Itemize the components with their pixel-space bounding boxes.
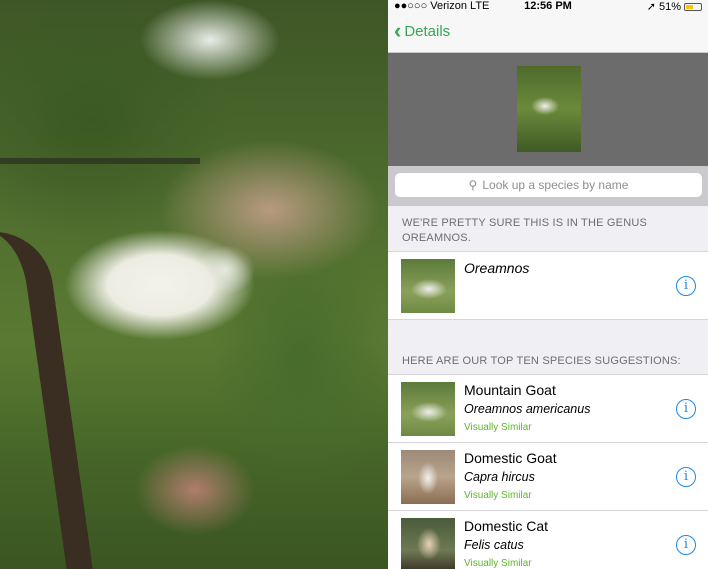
search-bar: ⚲ Look up a species by name (388, 166, 708, 206)
battery-icon (684, 2, 702, 11)
genus-section-header: WE'RE PRETTY SURE THIS IS IN THE GENUS O… (402, 217, 648, 244)
suggestions-section-header: HERE ARE OUR TOP TEN SPECIES SUGGESTIONS… (402, 355, 681, 367)
list-item[interactable]: Mountain Goat Oreamnos americanus Visual… (388, 375, 708, 443)
genus-row[interactable]: Oreamnos i (388, 251, 708, 320)
observation-photo (0, 0, 388, 569)
genus-thumbnail (401, 259, 455, 313)
species-search-input[interactable]: ⚲ Look up a species by name (395, 173, 702, 197)
similarity-tag: Visually Similar (464, 490, 532, 501)
observation-thumbnail[interactable] (517, 66, 581, 152)
chevron-left-icon: ‹ (394, 18, 402, 43)
info-icon[interactable]: i (676, 276, 696, 296)
species-common-name: Mountain Goat (464, 382, 556, 398)
similarity-tag: Visually Similar (464, 422, 532, 433)
photo-fence-rail (0, 158, 200, 164)
species-scientific-name: Capra hircus (464, 470, 535, 484)
suggestions-list: Mountain Goat Oreamnos americanus Visual… (388, 374, 708, 569)
similarity-tag: Visually Similar (464, 558, 532, 569)
info-icon[interactable]: i (676, 535, 696, 555)
species-thumbnail (401, 518, 455, 569)
back-button[interactable]: ‹ Details (394, 18, 451, 43)
location-arrow-icon: ➚ (646, 1, 656, 13)
species-thumbnail (401, 382, 455, 436)
photo-preview-area (388, 53, 708, 166)
info-icon[interactable]: i (676, 399, 696, 419)
list-item[interactable]: Domestic Goat Capra hircus Visually Simi… (388, 443, 708, 511)
species-common-name: Domestic Goat (464, 450, 557, 466)
magnifier-icon: ⚲ (468, 178, 478, 192)
battery-fill (686, 4, 693, 9)
info-icon[interactable]: i (676, 467, 696, 487)
back-label: Details (404, 22, 451, 40)
species-common-name: Domestic Cat (464, 518, 549, 534)
species-scientific-name: Oreamnos americanus (464, 402, 591, 416)
species-thumbnail (401, 450, 455, 504)
status-right: ➚ 51% (647, 0, 702, 13)
list-item[interactable]: Domestic Cat Felis catus Visually Simila… (388, 511, 708, 569)
species-suggestion-screen: ●●○○○ Verizon LTE 12:56 PM ➚ 51% ‹ Detai… (388, 0, 708, 569)
search-placeholder: Look up a species by name (482, 178, 629, 192)
battery-percent: 51% (658, 0, 681, 13)
species-scientific-name: Felis catus (464, 538, 524, 552)
photo-tree-branch (0, 224, 95, 569)
navigation-bar: ‹ Details (388, 14, 708, 53)
genus-name: Oreamnos (464, 260, 530, 276)
status-bar: ●●○○○ Verizon LTE 12:56 PM ➚ 51% (388, 0, 708, 14)
